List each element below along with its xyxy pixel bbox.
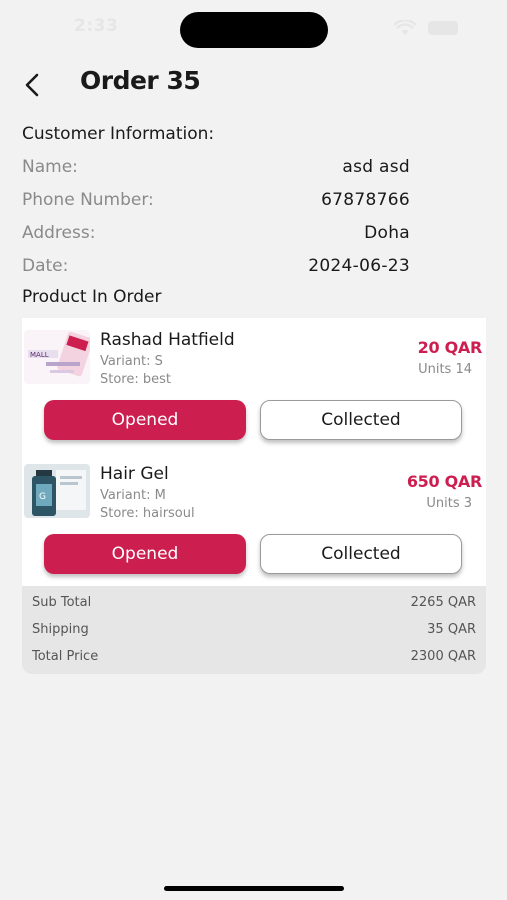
battery-icon — [428, 21, 458, 35]
dynamic-island — [180, 12, 328, 48]
product-units: Units 3 — [426, 496, 472, 511]
svg-text:G: G — [39, 492, 46, 502]
info-value: asd asd — [342, 157, 410, 177]
product-units: Units 14 — [418, 362, 472, 377]
wifi-icon — [394, 20, 416, 35]
page-title: Order 35 — [80, 66, 201, 95]
shipping-row: Shipping 35 QAR — [32, 622, 476, 637]
info-value: Doha — [364, 223, 410, 243]
svg-text:MALL: MALL — [30, 351, 49, 359]
product-name: Rashad Hatfield — [100, 330, 235, 350]
total-label: Total Price — [32, 649, 99, 664]
total-label: Shipping — [32, 622, 89, 637]
info-row-date: Date: 2024-06-23 — [22, 254, 410, 278]
product-price: 650 QAR — [406, 472, 482, 491]
product-item: G Hair Gel Variant: M Store: hairsoul 65… — [22, 452, 486, 586]
info-label: Date: — [22, 256, 69, 276]
product-item: MALL Rashad Hatfield Variant: S Store: b… — [22, 318, 486, 452]
total-price-row: Total Price 2300 QAR — [32, 649, 476, 664]
collected-button[interactable]: Collected — [260, 534, 462, 574]
total-value: 2300 QAR — [410, 649, 476, 664]
product-price: 20 QAR — [417, 338, 483, 357]
products-card: MALL Rashad Hatfield Variant: S Store: b… — [22, 318, 486, 586]
info-row-phone: Phone Number: 67878766 — [22, 188, 410, 212]
order-detail-screen: 2:33 Order 35 Customer Information: Name… — [0, 0, 507, 900]
info-row-address: Address: Doha — [22, 221, 410, 245]
total-label: Sub Total — [32, 595, 92, 610]
opened-button[interactable]: Opened — [44, 400, 246, 440]
subtotal-row: Sub Total 2265 QAR — [32, 595, 476, 610]
back-chevron-icon[interactable] — [18, 70, 48, 100]
opened-button[interactable]: Opened — [44, 534, 246, 574]
info-value: 67878766 — [321, 190, 410, 210]
total-value: 2265 QAR — [410, 595, 476, 610]
status-time: 2:33 — [74, 16, 119, 36]
total-value: 35 QAR — [427, 622, 476, 637]
product-store: Store: best — [100, 372, 171, 387]
home-indicator[interactable] — [164, 886, 344, 891]
info-label: Name: — [22, 157, 78, 177]
product-thumbnail: G — [24, 464, 90, 518]
customer-info-title: Customer Information: — [22, 124, 215, 144]
product-variant: Variant: M — [100, 488, 166, 503]
order-totals: Sub Total 2265 QAR Shipping 35 QAR Total… — [22, 586, 486, 674]
product-variant: Variant: S — [100, 354, 163, 369]
collected-button[interactable]: Collected — [260, 400, 462, 440]
product-store: Store: hairsoul — [100, 506, 195, 521]
info-value: 2024-06-23 — [308, 256, 410, 276]
info-row-name: Name: asd asd — [22, 155, 410, 179]
info-label: Address: — [22, 223, 96, 243]
product-name: Hair Gel — [100, 464, 169, 484]
info-label: Phone Number: — [22, 190, 154, 210]
product-thumbnail: MALL — [24, 330, 90, 384]
products-section-title: Product In Order — [22, 287, 162, 307]
